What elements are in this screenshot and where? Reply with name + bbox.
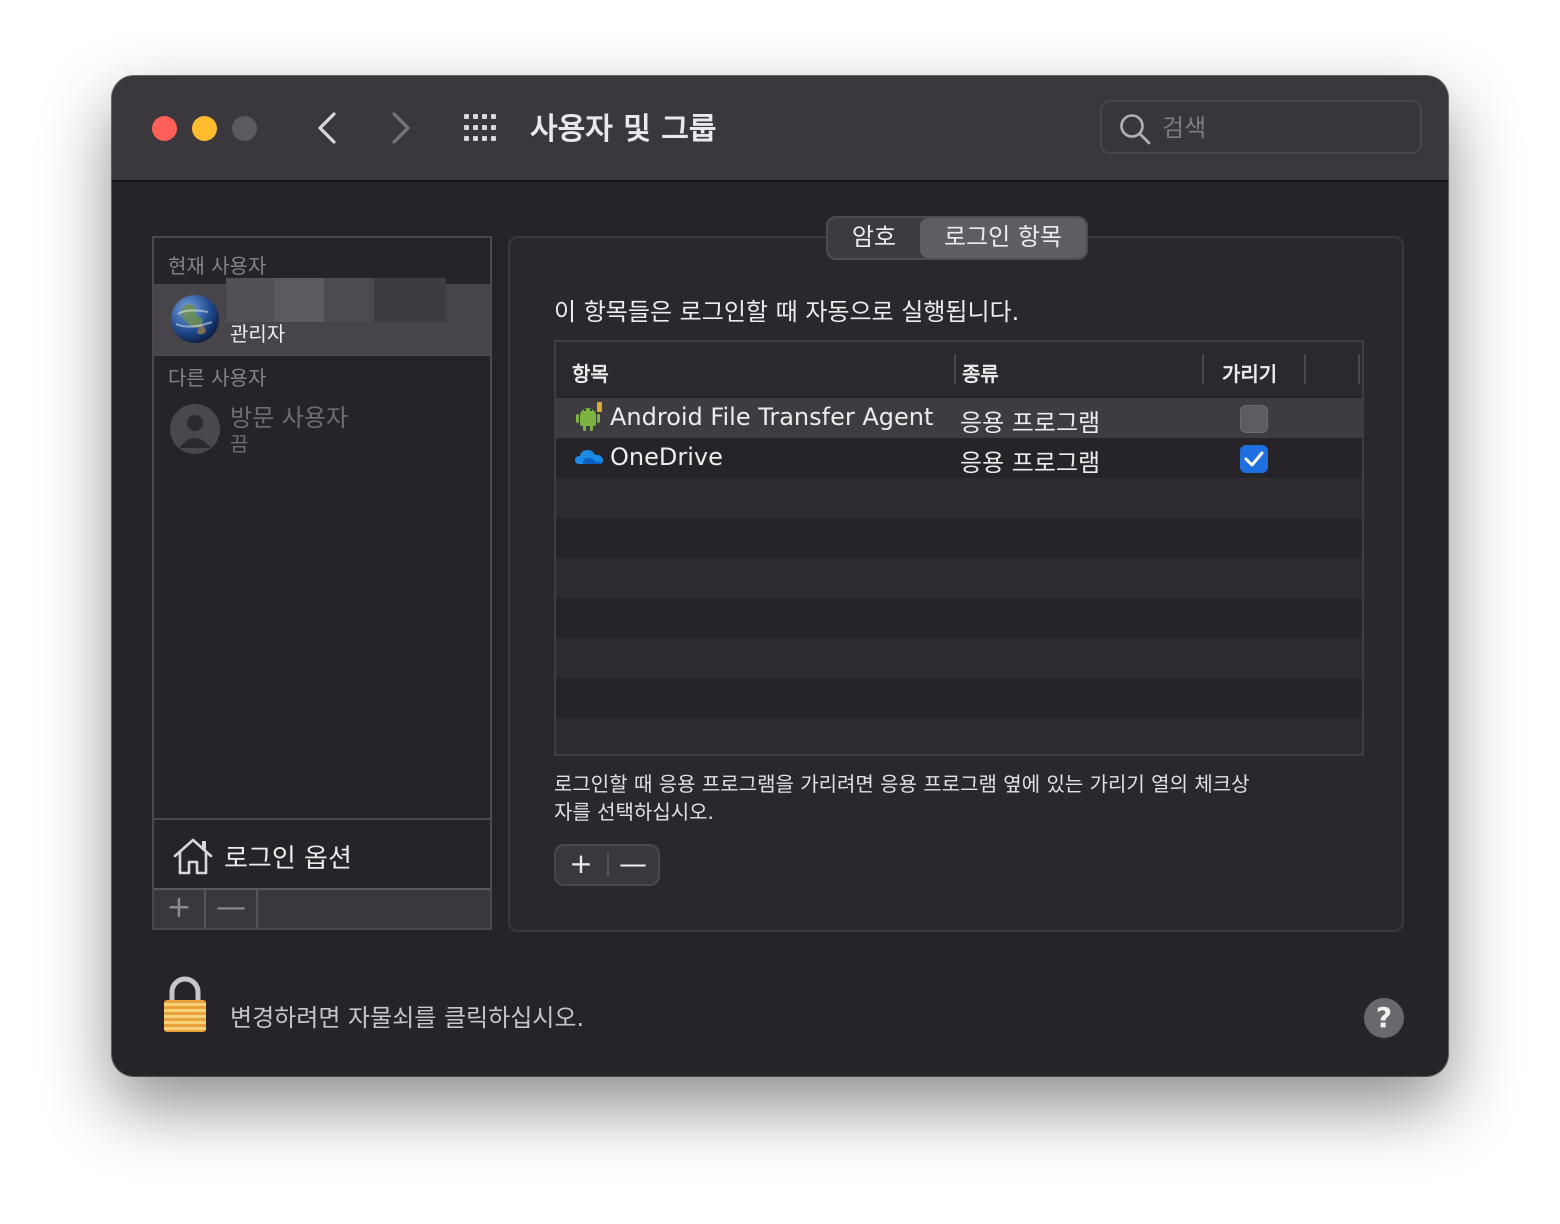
- column-separator: [954, 354, 956, 384]
- checkmark-icon: [1244, 451, 1264, 467]
- table-row[interactable]: OneDrive 응용 프로그램: [556, 438, 1362, 478]
- column-separator: [1202, 354, 1204, 384]
- system-preferences-window: 사용자 및 그룹 현재 사용자: [112, 76, 1448, 1076]
- empty-row: [556, 638, 1362, 678]
- column-header-item[interactable]: 항목: [572, 358, 609, 387]
- divider: [154, 354, 490, 356]
- other-users-header: 다른 사용자: [168, 366, 267, 390]
- chevron-left-icon: [318, 112, 336, 144]
- remove-user-button[interactable]: —: [206, 890, 258, 928]
- users-toolbar: + —: [154, 890, 490, 928]
- hide-hint-text: 로그인할 때 응용 프로그램을 가리려면 응용 프로그램 옆에 있는 가리기 열…: [554, 772, 1250, 824]
- current-user-header: 현재 사용자: [168, 254, 267, 278]
- redacted-user-name: [274, 278, 324, 322]
- redacted-user-name: [226, 278, 274, 322]
- window-title: 사용자 및 그룹: [530, 112, 717, 147]
- users-list-pane: 현재 사용자 관리자 다른 사용자 방문 사용자 끔 로그인 옵션 + —: [152, 236, 492, 930]
- login-options-label: 로그인 옵션: [224, 844, 352, 874]
- search-field[interactable]: [1100, 100, 1422, 154]
- show-all-button[interactable]: [462, 112, 502, 144]
- item-name: OneDrive: [610, 443, 723, 471]
- minimize-button[interactable]: [192, 116, 217, 141]
- empty-row: [556, 518, 1362, 558]
- onedrive-cloud-icon: [575, 450, 603, 464]
- hide-checkbox[interactable]: [1240, 445, 1268, 473]
- column-header-kind[interactable]: 종류: [962, 358, 999, 387]
- login-items-description: 이 항목들은 로그인할 때 자동으로 실행됩니다.: [554, 298, 1020, 326]
- search-icon: [1120, 114, 1151, 145]
- login-items-table[interactable]: 항목 종류 가리기 Android File Transfer Agent 응용…: [554, 340, 1364, 756]
- hide-checkbox[interactable]: [1240, 405, 1268, 433]
- empty-row: [556, 718, 1362, 754]
- guest-avatar[interactable]: [170, 404, 220, 454]
- grid-icon: [464, 114, 496, 141]
- lock-icon[interactable]: [162, 976, 208, 1034]
- tab-password[interactable]: 암호: [828, 218, 920, 258]
- title-bar: 사용자 및 그룹: [112, 76, 1448, 182]
- tab-bar: 암호 로그인 항목: [826, 216, 1088, 260]
- item-kind: 응용 프로그램: [960, 449, 1101, 477]
- android-icon: [576, 402, 602, 431]
- table-row[interactable]: Android File Transfer Agent 응용 프로그램: [556, 398, 1362, 438]
- remove-login-item-button[interactable]: —: [608, 846, 658, 884]
- login-options-item[interactable]: 로그인 옵션: [154, 820, 490, 890]
- close-button[interactable]: [152, 116, 177, 141]
- table-header: 항목 종류 가리기: [556, 342, 1362, 396]
- tab-login-items[interactable]: 로그인 항목: [920, 218, 1086, 258]
- empty-row: [556, 558, 1362, 598]
- empty-row: [556, 678, 1362, 718]
- back-button[interactable]: [308, 106, 348, 150]
- login-items-toolbar: + —: [554, 844, 660, 886]
- guest-user-status: 끔: [230, 432, 249, 456]
- search-input[interactable]: [1160, 108, 1414, 148]
- add-login-item-button[interactable]: +: [556, 846, 606, 884]
- redacted-user-name: [374, 278, 446, 322]
- column-separator: [1304, 354, 1306, 384]
- empty-row: [556, 598, 1362, 638]
- forward-button[interactable]: [380, 106, 420, 150]
- lock-message: 변경하려면 자물쇠를 클릭하십시오.: [230, 1004, 585, 1032]
- redacted-user-name: [324, 278, 374, 322]
- earth-avatar: [171, 295, 219, 343]
- help-button[interactable]: ?: [1364, 998, 1404, 1038]
- current-user-role: 관리자: [230, 322, 286, 346]
- column-separator: [1358, 354, 1360, 384]
- add-user-button[interactable]: +: [154, 890, 206, 928]
- item-kind: 응용 프로그램: [960, 409, 1101, 437]
- person-icon: [179, 415, 211, 448]
- zoom-button[interactable]: [232, 116, 257, 141]
- item-name: Android File Transfer Agent: [610, 403, 934, 431]
- house-icon: [173, 838, 213, 875]
- column-header-hide[interactable]: 가리기: [1222, 358, 1277, 387]
- empty-row: [556, 478, 1362, 518]
- chevron-right-icon: [392, 112, 410, 144]
